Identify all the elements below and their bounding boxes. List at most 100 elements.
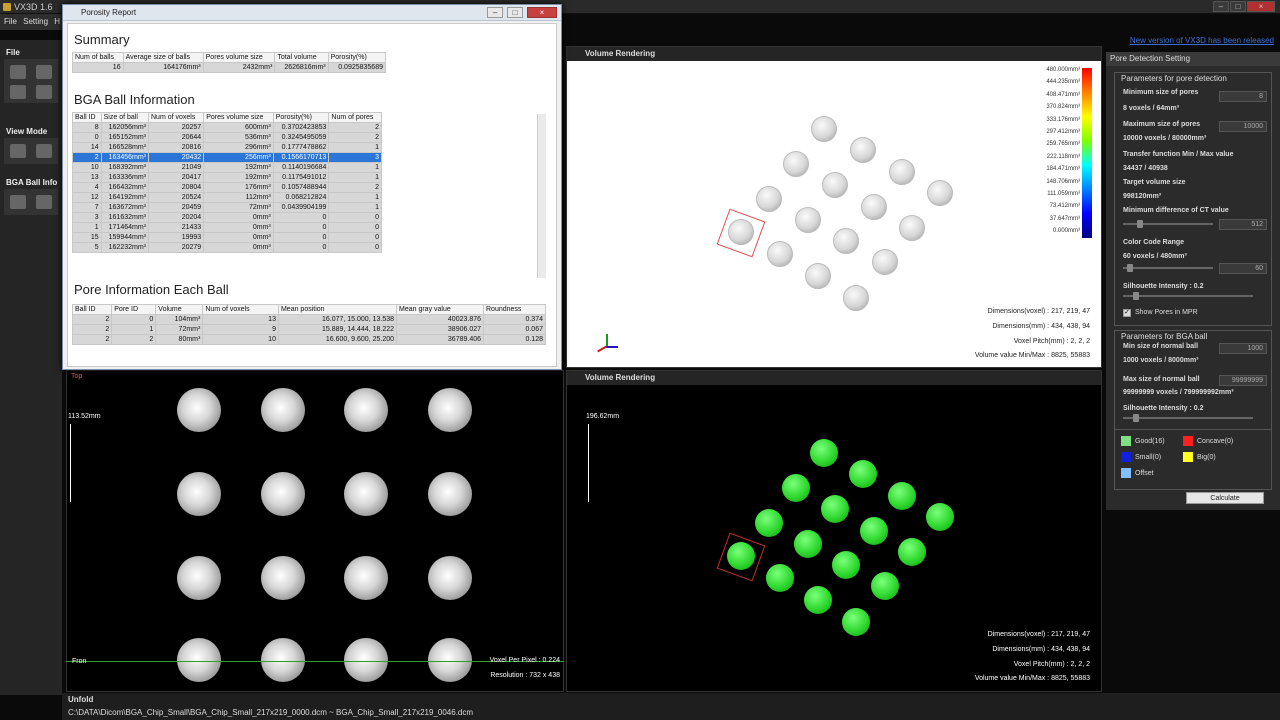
zoom-icon[interactable] (36, 144, 52, 158)
bga-ball-render (795, 207, 821, 233)
summary-cell: 2432mm³ (202, 62, 276, 73)
report-minimize-button[interactable]: – (487, 7, 503, 18)
pore-header: Mean gray value (396, 304, 484, 315)
calculate-button[interactable]: Calculate (1186, 492, 1264, 504)
refresh-icon[interactable] (36, 195, 52, 209)
close-button[interactable]: × (1247, 1, 1275, 12)
bga-cell: 166528mm³ (100, 142, 150, 153)
colorbar-tick-label: 184.471mm³ (1046, 166, 1080, 173)
menu-help[interactable]: H (54, 17, 60, 26)
report-icon[interactable] (10, 195, 26, 209)
bga-table-row[interactable]: 12 164192mm³ 20524 112mm³ 0.068212824 1 (72, 192, 382, 203)
bga-table-row[interactable]: 10 168392mm³ 21049 192mm³ 0.1140196684 1 (72, 162, 382, 173)
report-close-button[interactable]: × (527, 7, 557, 18)
bga-cell: 0 (328, 212, 382, 223)
max-normal-input[interactable]: 99999999 (1219, 375, 1267, 386)
print-icon[interactable] (36, 85, 52, 99)
bga-table-row[interactable]: 2 163456mm³ 20432 256mm³ 0.1566170713 3 (72, 152, 382, 163)
pan-icon[interactable] (10, 144, 26, 158)
bga-table-row[interactable]: 8 162056mm³ 20257 600mm³ 0.3702423853 2 (72, 122, 382, 133)
bga-ball-green (810, 439, 838, 467)
pore-table-row[interactable]: 2 0 104mm³ 13 16.077, 15.000, 13.538 40023.87… (71, 314, 546, 325)
camera-icon[interactable] (10, 85, 26, 99)
unfold-label: Unfold (68, 695, 94, 704)
bga-cell: 1 (72, 222, 102, 233)
pore-table-row[interactable]: 2 2 80mm³ 10 16.600, 9.600, 25.200 36789.406 0… (71, 334, 546, 345)
new-version-link[interactable]: New version of VX3D has been released (1130, 36, 1274, 45)
bga-table: Ball ID Size of ball Num of voxels Pores vo… (72, 112, 382, 253)
pore-cell: 0 (111, 314, 157, 325)
summary-header: Pores volume size (202, 52, 276, 63)
pore-cell: 36789.406 (396, 334, 484, 345)
bga-scrollbar[interactable] (537, 114, 546, 278)
max-pore-input[interactable]: 10000 (1219, 121, 1267, 132)
bga-table-row[interactable]: 0 165152mm³ 20644 536mm³ 0.3245495059 2 (72, 132, 382, 143)
volume-rendering-bottom[interactable]: Volume Rendering (566, 370, 1102, 692)
bga-header[interactable]: Size of ball (100, 112, 150, 123)
bga-header[interactable]: Num of voxels (147, 112, 205, 123)
bga-tools (4, 189, 58, 215)
pore-table-row[interactable]: 2 1 72mm³ 9 15.889, 14.444, 18.222 38906.027 0… (71, 324, 546, 335)
menu-file[interactable]: File (4, 17, 17, 26)
bga-header[interactable]: Ball ID (72, 112, 102, 123)
bga-cell: 0.0439904199 (272, 202, 330, 213)
bga-cell: 0 (272, 212, 330, 223)
bga-header[interactable]: Num of pores (328, 112, 382, 123)
colorbar-tick-label: 222.118mm³ (1046, 153, 1080, 160)
silhouette2-slider[interactable] (1123, 414, 1253, 422)
summary-table: Num of balls Average size of balls Pores v… (72, 52, 387, 73)
colorbar-tick-label: 0.000mm³ (1052, 228, 1080, 235)
bga-cell: 0mm³ (203, 222, 274, 233)
pore-cell: 0.128 (483, 334, 546, 345)
save-icon[interactable] (36, 65, 52, 79)
bga-header[interactable]: Porosity(%) (272, 112, 330, 123)
bga-table-row[interactable]: 13 163336mm³ 20417 192mm³ 0.1175491012 1 (72, 172, 382, 183)
concave-swatch (1183, 436, 1193, 446)
bga-table-row[interactable]: 14 166528mm³ 20816 296mm³ 0.1777478862 1 (72, 142, 382, 153)
offset-label: Offset (1135, 470, 1154, 477)
bga-cell: 0.1057488944 (272, 182, 330, 193)
open-folder-icon[interactable] (10, 65, 26, 79)
tf-value: 34437 / 40938 (1123, 165, 1168, 172)
bga-cell: 20279 (147, 242, 205, 253)
maximize-button[interactable]: □ (1230, 1, 1246, 12)
minimize-button[interactable]: – (1213, 1, 1229, 12)
ct-scale-ruler (70, 424, 78, 502)
min-normal-input[interactable]: 1000 (1219, 343, 1267, 354)
report-maximize-button[interactable]: □ (507, 7, 523, 18)
min-diff-input[interactable]: 512 (1219, 219, 1267, 230)
summary-cell: 2626816mm³ (274, 62, 329, 73)
bga-cell: 4 (72, 182, 102, 193)
bga-cell: 20816 (147, 142, 205, 153)
min-diff-label: Minimum difference of CT value (1123, 207, 1229, 214)
show-pores-checkbox[interactable]: ✓ (1123, 309, 1131, 317)
ct-ball-slice (428, 388, 472, 432)
color-range-slider[interactable] (1123, 264, 1213, 272)
pore-cell: 13 (202, 314, 279, 325)
min-diff-slider[interactable] (1123, 220, 1213, 228)
silhouette-slider[interactable] (1123, 292, 1253, 300)
bga-table-row[interactable]: 4 166432mm³ 20804 176mm³ 0.1057488944 2 (72, 182, 382, 193)
ct-slice-view[interactable]: Top (66, 370, 564, 692)
bga-ball-info-label: BGA Ball Info (6, 178, 58, 187)
bga-ball-green (849, 460, 877, 488)
colorbar-tick-label: 480.000mm³ (1046, 67, 1080, 73)
bga-ball-green (898, 538, 926, 566)
bga-table-row[interactable]: 7 163672mm³ 20459 72mm³ 0.0439904199 1 (72, 202, 382, 213)
bga-cell: 0.3245495059 (272, 132, 330, 143)
volume-rendering-top[interactable]: Volume Rendering (566, 46, 1102, 368)
bga-header[interactable]: Pores volume size (203, 112, 274, 123)
color-range-input[interactable]: 60 (1219, 263, 1267, 274)
bga-table-row[interactable]: 15 159944mm³ 19993 0mm³ 0 0 (72, 232, 382, 243)
pore-cell: 38906.027 (396, 324, 484, 335)
min-pore-input[interactable]: 8 (1219, 91, 1267, 102)
volume-top-dimensions-voxel: Dimensions(voxel) : 217, 219, 47 (987, 308, 1090, 315)
pore-header: Pore ID (111, 304, 157, 315)
menu-setting[interactable]: Setting (23, 17, 48, 26)
bga-table-row[interactable]: 5 162232mm³ 20279 0mm³ 0 0 (72, 242, 382, 253)
bga-ball-render (843, 285, 869, 311)
bga-cell: 10 (72, 162, 102, 173)
bga-table-row[interactable]: 1 171464mm³ 21433 0mm³ 0 0 (72, 222, 382, 233)
bga-ball-green (821, 495, 849, 523)
bga-table-row[interactable]: 3 161632mm³ 20204 0mm³ 0 0 (72, 212, 382, 223)
